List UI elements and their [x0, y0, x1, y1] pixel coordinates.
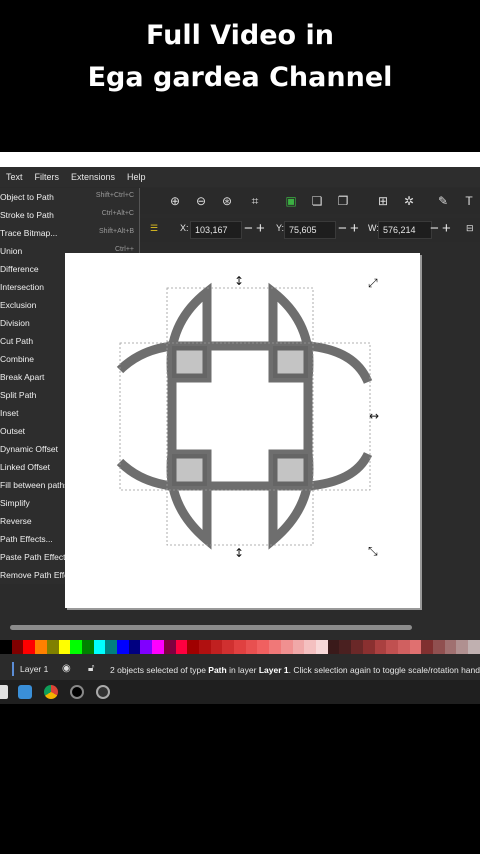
scale-handle-topright-icon[interactable]: ⤢ — [367, 276, 378, 290]
scale-handle-top-icon[interactable]: ↕ — [234, 274, 244, 288]
right-upper-arc[interactable] — [307, 341, 373, 384]
left-lower-arc[interactable] — [116, 458, 173, 491]
right-lower-arc[interactable] — [307, 451, 373, 491]
scale-handle-bottom-icon[interactable]: ↕ — [234, 546, 244, 560]
selection-box-vertical — [166, 287, 314, 546]
scale-handle-right-icon[interactable]: ↔ — [369, 409, 379, 423]
left-upper-arc[interactable] — [116, 341, 173, 374]
scale-handle-bottomright-icon[interactable]: ⤡ — [368, 544, 378, 558]
selected-drawing[interactable]: ↕ ↕ ↔ ⤢ ⤡ — [0, 0, 480, 854]
selection-box-horizontal — [119, 342, 371, 491]
